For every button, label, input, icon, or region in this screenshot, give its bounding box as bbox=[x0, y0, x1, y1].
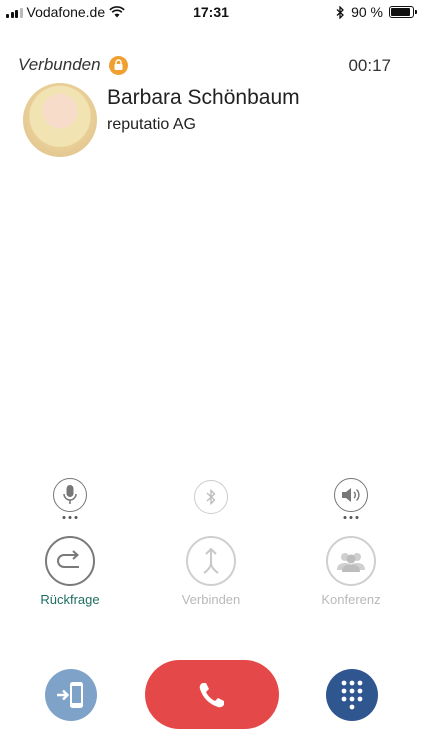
consult-circle bbox=[45, 536, 95, 586]
hang-up-button[interactable] bbox=[145, 660, 279, 729]
call-timer: 00:17 bbox=[348, 56, 391, 75]
status-bar: Vodafone.de 17:31 90 % bbox=[0, 0, 422, 24]
battery-level bbox=[391, 8, 410, 16]
dialpad-icon bbox=[341, 680, 363, 710]
connect-label: Verbinden bbox=[181, 592, 241, 607]
consult-arrow-icon bbox=[57, 550, 80, 568]
lock-icon bbox=[108, 55, 128, 75]
connect-button[interactable]: Verbinden bbox=[156, 536, 266, 607]
call-status-label: Verbunden bbox=[18, 55, 101, 74]
conference-label: Konferenz bbox=[321, 592, 381, 607]
contact-company: reputatio AG bbox=[107, 116, 196, 133]
battery-icon bbox=[389, 6, 417, 18]
more-options-dots bbox=[343, 516, 359, 519]
bluetooth-status-icon bbox=[336, 5, 345, 19]
hang-up-icon bbox=[199, 682, 224, 707]
consult-button[interactable]: Rückfrage bbox=[15, 536, 125, 607]
people-icon bbox=[337, 553, 365, 572]
merge-arrows-icon bbox=[203, 547, 219, 574]
speaker-icon bbox=[342, 488, 360, 502]
more-options-dots bbox=[62, 516, 78, 519]
handoff-phone-icon bbox=[57, 682, 83, 708]
consult-label: Rückfrage bbox=[40, 592, 100, 607]
bluetooth-button[interactable] bbox=[194, 480, 228, 514]
conference-circle bbox=[326, 536, 376, 586]
handoff-button[interactable] bbox=[45, 669, 97, 721]
mute-button[interactable] bbox=[53, 478, 87, 519]
battery-group: 90 % bbox=[336, 4, 417, 20]
contact-name: Barbara Schönbaum bbox=[107, 86, 300, 109]
keypad-button[interactable] bbox=[326, 669, 378, 721]
conference-button[interactable]: Konferenz bbox=[296, 536, 406, 607]
microphone-icon bbox=[63, 485, 77, 504]
call-status: Verbunden bbox=[18, 55, 128, 75]
bluetooth-icon bbox=[206, 488, 216, 506]
connect-circle bbox=[186, 536, 236, 586]
speaker-button[interactable] bbox=[334, 478, 368, 519]
avatar bbox=[23, 83, 97, 157]
battery-percent: 90 % bbox=[351, 4, 383, 20]
